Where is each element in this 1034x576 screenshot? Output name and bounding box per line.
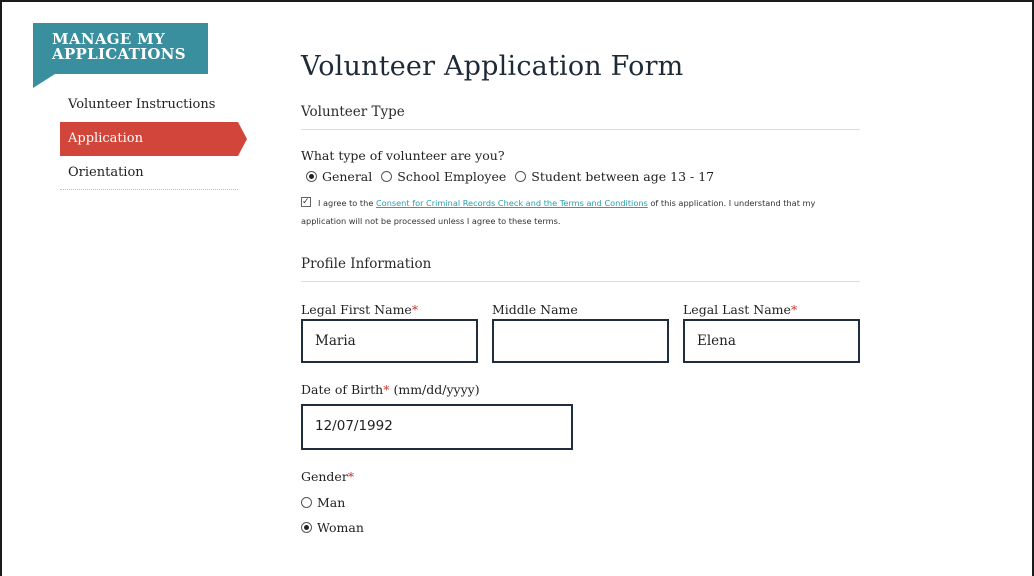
dob-input[interactable]: 12/07/1992	[301, 404, 573, 450]
option-label: General	[322, 169, 373, 184]
agreement-line-2: application will not be processed unless…	[301, 216, 561, 226]
volunteer-type-student[interactable]: Student between age 13 - 17	[515, 169, 714, 184]
sidebar-item-label: Volunteer Instructions	[68, 97, 216, 112]
radio-student[interactable]	[515, 171, 527, 182]
option-label: School Employee	[397, 169, 507, 184]
required-asterisk: *	[347, 469, 355, 484]
gender-option-woman[interactable]: Woman	[301, 520, 861, 535]
first-name-input[interactable]: Maria	[301, 319, 478, 363]
last-name-input[interactable]: Elena	[683, 319, 860, 363]
terms-link[interactable]: Consent for Criminal Records Check and t…	[376, 198, 648, 208]
agreement-line-1: I agree to the Consent for Criminal Reco…	[301, 192, 861, 213]
sidebar-item-label: Orientation	[68, 165, 144, 180]
section-volunteer-type: Volunteer Type	[301, 104, 860, 130]
required-asterisk: *	[411, 302, 419, 317]
volunteer-type-general[interactable]: General	[306, 169, 372, 184]
dob-label: Date of Birth* (mm/dd/yyyy)	[301, 382, 480, 397]
sidebar-item-volunteer-instructions[interactable]: Volunteer Instructions	[60, 88, 238, 122]
section-profile-information: Profile Information	[301, 256, 860, 282]
radio-school-employee[interactable]	[381, 171, 393, 182]
agreement-prefix: I agree to the	[318, 198, 376, 208]
volunteer-type-options: General School Employee Student between …	[306, 169, 861, 184]
volunteer-type-school-employee[interactable]: School Employee	[381, 169, 506, 184]
radio-general[interactable]	[306, 171, 317, 182]
page-title: Volunteer Application Form	[301, 51, 684, 82]
sidebar-item-orientation[interactable]: Orientation	[60, 156, 238, 190]
gender-option-man[interactable]: Man	[301, 495, 861, 510]
radio-woman[interactable]	[301, 522, 312, 533]
option-label: Man	[317, 495, 346, 510]
banner-ribbon-tail	[33, 74, 55, 88]
manage-applications-banner: MANAGE MY APPLICATIONS	[33, 23, 208, 74]
required-asterisk: *	[790, 302, 798, 317]
middle-name-label: Middle Name	[492, 302, 578, 317]
sidebar-item-label: Application	[68, 131, 143, 146]
sidebar-item-application[interactable]: Application	[60, 122, 247, 156]
volunteer-type-question: What type of volunteer are you?	[301, 148, 505, 163]
last-name-label: Legal Last Name*	[683, 302, 798, 317]
first-name-label: Legal First Name*	[301, 302, 419, 317]
banner-line-2: APPLICATIONS	[52, 45, 186, 63]
option-label: Woman	[317, 520, 364, 535]
middle-name-input[interactable]	[492, 319, 669, 363]
application-form: Volunteer Application Form Volunteer Typ…	[301, 40, 861, 535]
gender-label: Gender*	[301, 469, 355, 484]
name-fields: Legal First Name* Maria Middle Name Lega…	[301, 302, 861, 374]
agreement-checkbox[interactable]	[301, 192, 311, 212]
agreement-suffix: of this application. I understand that m…	[647, 198, 816, 208]
sidebar-nav: Volunteer Instructions Application Orien…	[60, 88, 247, 190]
agreement-block: I agree to the Consent for Criminal Reco…	[301, 192, 861, 231]
option-label: Student between age 13 - 17	[531, 169, 715, 184]
radio-man[interactable]	[301, 497, 312, 508]
dob-format-hint: (mm/dd/yyyy)	[389, 382, 480, 397]
